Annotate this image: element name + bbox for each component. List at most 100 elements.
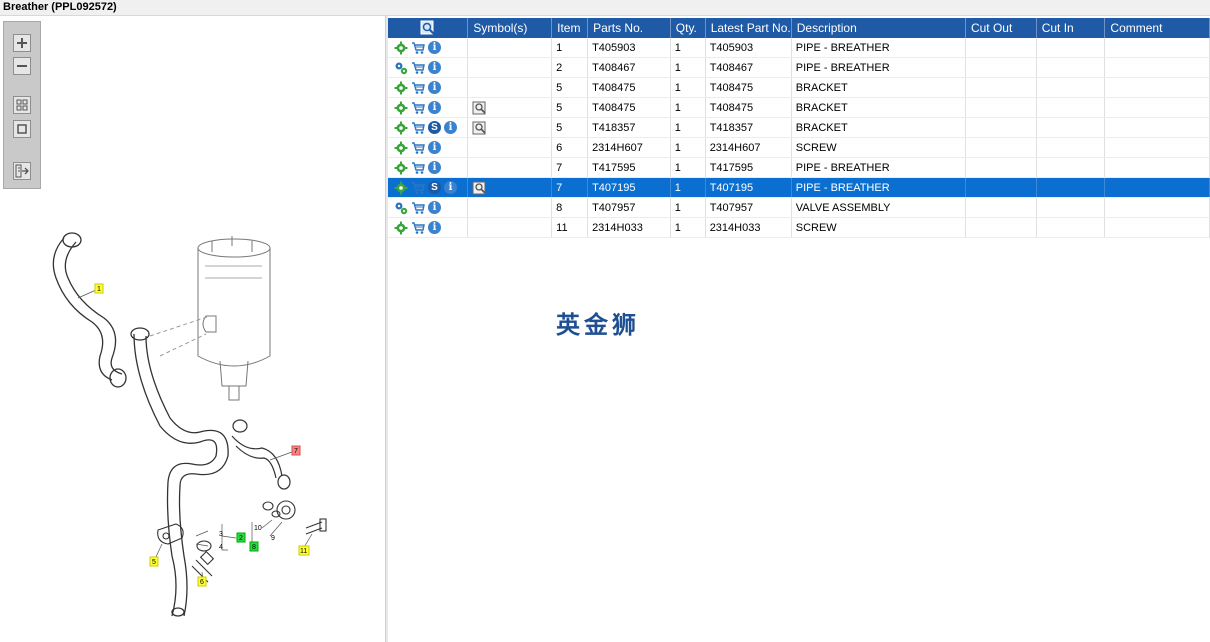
comment-cell <box>1104 217 1210 238</box>
symbols-cell <box>467 197 553 218</box>
column-header-latest-part-no[interactable]: Latest Part No. <box>705 18 792 38</box>
table-row[interactable]: i 5 T408475 1 T408475 BRACKET <box>388 97 1210 118</box>
info-icon[interactable]: i <box>428 201 441 214</box>
parts-no-cell: T407195 <box>587 177 671 198</box>
qty-cell: 1 <box>670 157 706 178</box>
column-header-item[interactable]: Item <box>551 18 589 38</box>
illustration-symbol-icon[interactable] <box>472 101 488 115</box>
shopping-cart-icon[interactable] <box>411 41 425 55</box>
cut-out-cell <box>965 97 1037 118</box>
search-parts-icon <box>420 20 435 35</box>
row-actions-cell: i <box>388 77 469 98</box>
parts-no-cell: 2314H033 <box>587 217 671 238</box>
callout-9: 9 <box>271 535 275 542</box>
comment-cell <box>1104 197 1210 218</box>
column-header-parts-no[interactable]: Parts No. <box>587 18 671 38</box>
row-actions-cell: i <box>388 38 469 58</box>
parts-no-cell: T418357 <box>587 117 671 138</box>
shopping-cart-icon[interactable] <box>411 161 425 175</box>
cut-out-cell <box>965 177 1037 198</box>
cut-in-cell <box>1036 197 1106 218</box>
info-icon[interactable]: i <box>444 121 457 134</box>
row-actions-cell: i <box>388 217 469 238</box>
column-header-description[interactable]: Description <box>791 18 966 38</box>
cut-out-cell <box>965 217 1037 238</box>
column-header-actions[interactable] <box>388 18 469 38</box>
illustration-symbol-icon[interactable] <box>472 121 488 135</box>
row-actions-cell: i <box>388 97 469 118</box>
gears-blue-icon <box>395 62 408 74</box>
supersession-badge[interactable]: S <box>428 121 441 134</box>
cut-in-cell <box>1036 217 1106 238</box>
symbols-cell <box>467 137 553 158</box>
info-icon[interactable]: i <box>428 41 441 54</box>
table-row[interactable]: i 11 2314H033 1 2314H033 SCREW <box>388 217 1210 238</box>
latest-part-no-cell: T408467 <box>705 57 792 78</box>
bracket <box>157 523 212 552</box>
shopping-cart-icon[interactable] <box>411 141 425 155</box>
symbols-cell <box>467 97 553 118</box>
column-header-qty[interactable]: Qty. <box>670 18 706 38</box>
description-cell: PIPE - BREATHER <box>791 157 966 178</box>
row-actions-cell: i <box>388 197 469 218</box>
info-icon[interactable]: i <box>444 181 457 194</box>
diagram-pane[interactable]: 1 2 3 4 5 6 7 8 9 10 11 <box>0 16 385 642</box>
qty-cell: 1 <box>670 38 706 58</box>
info-icon[interactable]: i <box>428 81 441 94</box>
parts-no-cell: T408475 <box>587 77 671 98</box>
cut-out-cell <box>965 197 1037 218</box>
table-row[interactable]: Si 5 T418357 1 T418357 BRACKET <box>388 117 1210 138</box>
shopping-cart-icon[interactable] <box>411 61 425 75</box>
info-icon[interactable]: i <box>428 161 441 174</box>
comment-cell <box>1104 117 1210 138</box>
table-row[interactable]: i 6 2314H607 1 2314H607 SCREW <box>388 137 1210 158</box>
table-row[interactable]: i 1 T405903 1 T405903 PIPE - BREATHER <box>388 38 1210 58</box>
column-header-symbols[interactable]: Symbol(s) <box>467 18 553 38</box>
qty-cell: 1 <box>670 197 706 218</box>
parts-table: Symbol(s) Item Parts No. Qty. Latest Par… <box>388 18 1210 238</box>
item-cell: 5 <box>551 77 589 98</box>
shopping-cart-icon[interactable] <box>411 81 425 95</box>
column-header-comment[interactable]: Comment <box>1104 18 1210 38</box>
shopping-cart-icon[interactable] <box>411 121 425 135</box>
info-icon[interactable]: i <box>428 141 441 154</box>
item-cell: 5 <box>551 97 589 118</box>
shopping-cart-icon[interactable] <box>411 181 425 195</box>
description-cell: SCREW <box>791 217 966 238</box>
row-actions-cell: i <box>388 57 469 78</box>
qty-cell: 1 <box>670 97 706 118</box>
gear-green-icon <box>394 141 408 154</box>
table-row[interactable]: i 2 T408467 1 T408467 PIPE - BREATHER <box>388 57 1210 78</box>
window-title: Breather (PPL092572) <box>0 0 1210 16</box>
table-row[interactable]: Si 7 T407195 1 T407195 PIPE - BREATHER <box>388 177 1210 198</box>
latest-part-no-cell: 2314H607 <box>705 137 792 158</box>
item-cell: 7 <box>551 177 589 198</box>
info-icon[interactable]: i <box>428 101 441 114</box>
cut-out-cell <box>965 137 1037 158</box>
shopping-cart-icon[interactable] <box>411 101 425 115</box>
cut-in-cell <box>1036 177 1106 198</box>
item-cell: 1 <box>551 38 589 58</box>
latest-part-no-cell: T405903 <box>705 38 792 58</box>
shopping-cart-icon[interactable] <box>411 221 425 235</box>
info-icon[interactable]: i <box>428 221 441 234</box>
cut-in-cell <box>1036 117 1106 138</box>
supersession-badge[interactable]: S <box>428 181 441 194</box>
info-icon[interactable]: i <box>428 61 441 74</box>
table-row[interactable]: i 5 T408475 1 T408475 BRACKET <box>388 77 1210 98</box>
comment-cell <box>1104 97 1210 118</box>
column-header-cut-in[interactable]: Cut In <box>1036 18 1106 38</box>
table-row[interactable]: i 7 T417595 1 T417595 PIPE - BREATHER <box>388 157 1210 178</box>
description-cell: PIPE - BREATHER <box>791 38 966 58</box>
valve-assembly <box>262 500 296 520</box>
parts-no-cell: T408475 <box>587 97 671 118</box>
comment-cell <box>1104 38 1210 58</box>
illustration-symbol-icon[interactable] <box>472 181 488 195</box>
column-header-cut-out[interactable]: Cut Out <box>965 18 1037 38</box>
row-actions-cell: Si <box>388 117 469 138</box>
table-row[interactable]: i 8 T407957 1 T407957 VALVE ASSEMBLY <box>388 197 1210 218</box>
description-cell: SCREW <box>791 137 966 158</box>
shopping-cart-icon[interactable] <box>411 201 425 215</box>
parts-no-cell: 2314H607 <box>587 137 671 158</box>
gear-green-icon <box>394 161 408 174</box>
